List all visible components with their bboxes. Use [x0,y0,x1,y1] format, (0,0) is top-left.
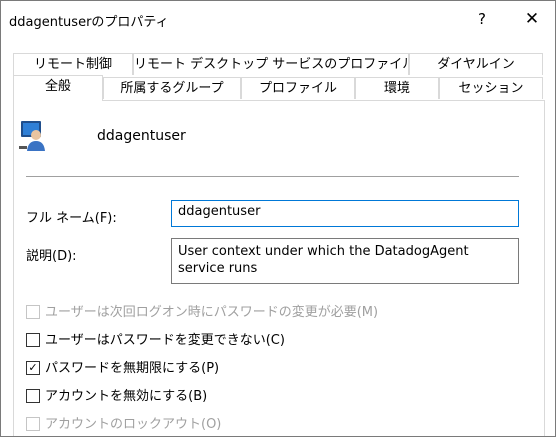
checkbox-label: アカウントのロックアウト(O) [45,417,222,432]
tab-environment[interactable]: 環境 [355,77,439,99]
account-lockout-checkbox[interactable]: アカウントのロックアウト(O) [26,416,221,434]
tab-profile[interactable]: プロファイル [241,77,355,99]
tab-general[interactable]: 全般 [13,75,103,101]
description-field[interactable]: User context under which the DatadogAgen… [171,238,519,284]
password-never-expires-checkbox[interactable]: ✓ パスワードを無期限にする(P) [26,360,219,378]
full-name-label: フル ネーム(F): [26,211,117,226]
full-name-field[interactable]: ddagentuser [171,200,519,227]
properties-dialog: ddagentuserのプロパティ ? ✕ リモート制御 リモート デスクトップ… [0,0,556,437]
checkbox-box[interactable]: ✓ [26,360,40,375]
tab-rds-profile[interactable]: リモート デスクトップ サービスのプロファイル [133,53,415,75]
must-change-password-checkbox[interactable]: ユーザーは次回ログオン時にパスワードの変更が必要(M) [26,304,378,322]
checkbox-box[interactable] [26,416,40,431]
help-button[interactable]: ? [460,1,504,37]
tab-dial-in[interactable]: ダイヤルイン [409,53,543,75]
checkbox-label: ユーザーは次回ログオン時にパスワードの変更が必要(M) [45,305,379,320]
checkbox-label: アカウントを無効にする(B) [45,389,208,404]
user-icon [19,121,45,151]
checkbox-box[interactable] [26,332,40,347]
username-display: ddagentuser [97,128,186,144]
close-button[interactable]: ✕ [510,1,554,37]
window-title: ddagentuserのプロパティ [9,15,169,30]
account-disabled-checkbox[interactable]: アカウントを無効にする(B) [26,388,207,406]
tab-member-of[interactable]: 所属するグループ [103,77,241,99]
checkbox-box[interactable] [26,304,40,319]
description-label: 説明(D): [26,249,77,264]
checkbox-label: ユーザーはパスワードを変更できない(C) [45,333,285,348]
tab-sessions[interactable]: セッション [439,77,543,99]
tab-remote-control[interactable]: リモート制御 [13,53,133,75]
separator [26,176,519,177]
checkbox-label: パスワードを無期限にする(P) [45,361,220,376]
cannot-change-password-checkbox[interactable]: ユーザーはパスワードを変更できない(C) [26,332,285,350]
checkbox-box[interactable] [26,388,40,403]
title-bar: ddagentuserのプロパティ ? ✕ [1,1,555,37]
